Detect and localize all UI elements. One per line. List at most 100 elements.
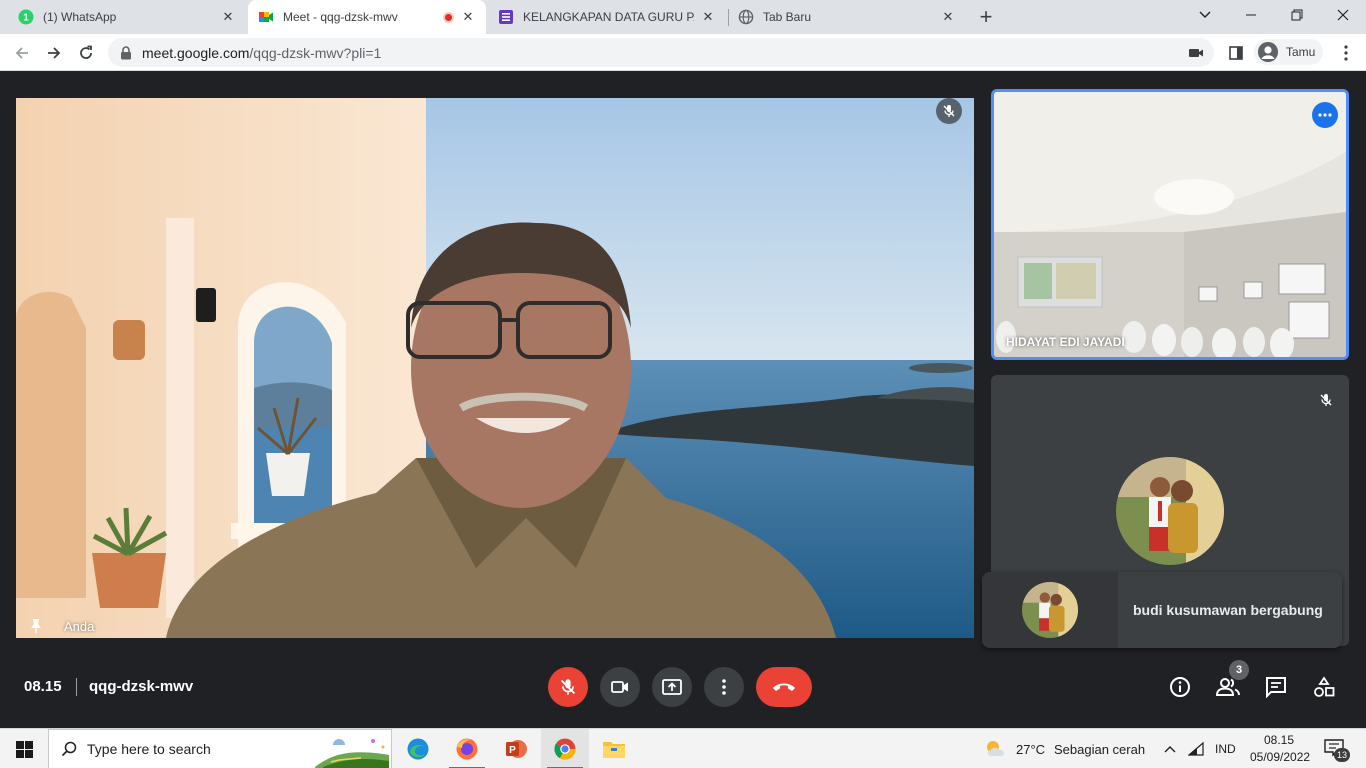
tab-title: KELANGKAPAN DATA GURU PAMO <box>523 10 694 24</box>
search-highlight-illustration <box>313 731 391 768</box>
video-camera-icon <box>1189 49 1203 57</box>
close-icon[interactable]: ✕ <box>220 9 236 25</box>
google-forms-icon <box>499 10 513 24</box>
search-icon <box>61 741 77 757</box>
close-icon[interactable]: ✕ <box>460 9 476 25</box>
weather-partly-cloudy-icon[interactable] <box>983 738 1009 758</box>
action-center-button[interactable]: 13 <box>1322 737 1350 762</box>
meeting-time: 08.15 <box>24 678 62 695</box>
toggle-camera-button[interactable] <box>600 667 640 707</box>
chevron-down-icon <box>1199 11 1211 18</box>
svg-text:P: P <box>509 745 516 756</box>
notification-avatar <box>1022 582 1078 638</box>
notification-text: budi kusumawan bergabung <box>1133 602 1323 618</box>
forward-button[interactable] <box>40 39 68 67</box>
more-vertical-icon <box>722 679 726 695</box>
tab-new-tab[interactable]: Tab Baru ✕ <box>728 0 966 34</box>
mic-off-icon <box>943 105 955 117</box>
browser-toolbar: meet.google.com/qqg-dzsk-mwv?pli=1 Tamu <box>0 34 1366 71</box>
close-window-button[interactable] <box>1320 0 1366 30</box>
browser-menu-button[interactable] <box>1332 39 1360 67</box>
camera-permission-button[interactable] <box>1182 39 1210 67</box>
minimize-icon <box>1246 14 1256 16</box>
people-icon <box>1216 678 1240 696</box>
meet-control-bar: 08.15 qqg-dzsk-mwv 3 <box>0 650 1366 728</box>
profile-button[interactable]: Tamu <box>1254 39 1324 65</box>
firefox-icon <box>456 738 478 760</box>
participant-avatar <box>1116 457 1224 565</box>
taskbar-edge[interactable] <box>394 729 442 768</box>
notification-avatar-wrap <box>982 572 1118 648</box>
more-options-button[interactable] <box>1312 102 1338 128</box>
taskbar-file-explorer[interactable] <box>590 729 638 768</box>
participant-video-feed <box>994 92 1346 357</box>
present-screen-button[interactable] <box>652 667 692 707</box>
leave-call-button[interactable] <box>756 667 812 707</box>
windows-logo-icon <box>15 740 33 758</box>
arrow-right-icon <box>48 47 61 59</box>
chat-button[interactable] <box>1262 673 1290 701</box>
taskbar-search-box[interactable]: Type here to search <box>48 729 392 768</box>
input-language[interactable]: IND <box>1215 742 1236 756</box>
url-path: /qqg-dzsk-mwv?pli=1 <box>249 44 382 61</box>
close-icon <box>1337 9 1349 21</box>
activities-icon <box>1314 676 1335 697</box>
taskbar-clock-date[interactable]: 05/09/2022 <box>1250 750 1310 764</box>
restore-icon <box>1291 9 1303 21</box>
tab-title: Tab Baru <box>763 10 812 24</box>
chevron-up-icon[interactable] <box>1164 745 1176 753</box>
recording-indicator-icon <box>443 11 454 23</box>
meet-stage: Anda HIDAYAT EDI JAYADI budi kusumawan b… <box>0 72 1366 728</box>
reload-button[interactable] <box>72 39 100 67</box>
whatsapp-badge: 1 <box>23 13 29 24</box>
tab-search-button[interactable] <box>1182 0 1228 30</box>
wifi-icon[interactable] <box>1188 742 1204 756</box>
windows-taskbar: Type here to search P 27°C Sebagian cera… <box>0 728 1366 768</box>
present-screen-icon <box>662 679 682 695</box>
taskbar-clock-time[interactable]: 08.15 <box>1264 733 1294 747</box>
reload-icon <box>80 45 92 59</box>
address-bar[interactable]: meet.google.com/qqg-dzsk-mwv?pli=1 <box>108 38 1214 67</box>
divider <box>76 678 77 696</box>
participant-name-label: HIDAYAT EDI JAYADI <box>1006 335 1125 349</box>
tab-title: Meet - qqg-dzsk-mwv <box>283 10 398 24</box>
new-tab-button[interactable]: + <box>972 4 1000 30</box>
activities-button[interactable] <box>1310 673 1338 701</box>
side-panel-icon <box>1229 46 1243 60</box>
weather-description: Sebagian cerah <box>1054 742 1146 757</box>
hang-up-icon <box>773 683 795 691</box>
minimize-button[interactable] <box>1228 0 1274 30</box>
close-icon[interactable]: ✕ <box>700 9 716 25</box>
restore-button[interactable] <box>1274 0 1320 30</box>
taskbar-powerpoint[interactable]: P <box>492 729 540 768</box>
notification-count-badge: 13 <box>1334 748 1350 762</box>
back-button[interactable] <box>8 39 36 67</box>
side-panel-button[interactable] <box>1222 39 1250 67</box>
people-count-badge: 3 <box>1229 660 1249 680</box>
globe-icon <box>738 9 754 25</box>
video-camera-icon <box>611 681 628 693</box>
weather-temperature: 27°C <box>1016 742 1046 757</box>
url-text: meet.google.com/qqg-dzsk-mwv?pli=1 <box>142 45 381 61</box>
tab-whatsapp[interactable]: 1 (1) WhatsApp ✕ <box>8 0 246 34</box>
tab-meet[interactable]: Meet - qqg-dzsk-mwv ✕ <box>248 0 486 34</box>
taskbar-chrome[interactable] <box>541 729 589 768</box>
start-button[interactable] <box>0 729 48 768</box>
folder-icon <box>603 742 625 758</box>
self-video-tile[interactable]: Anda <box>16 98 974 638</box>
tab-forms[interactable]: KELANGKAPAN DATA GURU PAMO ✕ <box>488 0 726 34</box>
lock-icon <box>121 45 131 59</box>
close-icon[interactable]: ✕ <box>940 9 956 25</box>
taskbar-firefox[interactable] <box>443 729 491 768</box>
participant-tile-hidayat[interactable]: HIDAYAT EDI JAYADI <box>991 89 1349 360</box>
toggle-microphone-button[interactable] <box>548 667 588 707</box>
mic-off-icon <box>560 679 576 695</box>
browser-tab-strip: 1 (1) WhatsApp ✕ Meet - qqg-dzsk-mwv ✕ K… <box>0 0 1366 34</box>
more-horizontal-icon <box>1318 113 1332 117</box>
more-options-button[interactable] <box>704 667 744 707</box>
whatsapp-icon: 1 <box>18 9 34 25</box>
profile-label: Tamu <box>1286 45 1316 59</box>
meeting-details-button[interactable] <box>1166 673 1194 701</box>
powerpoint-icon: P <box>506 740 527 758</box>
pin-icon[interactable] <box>30 618 42 634</box>
